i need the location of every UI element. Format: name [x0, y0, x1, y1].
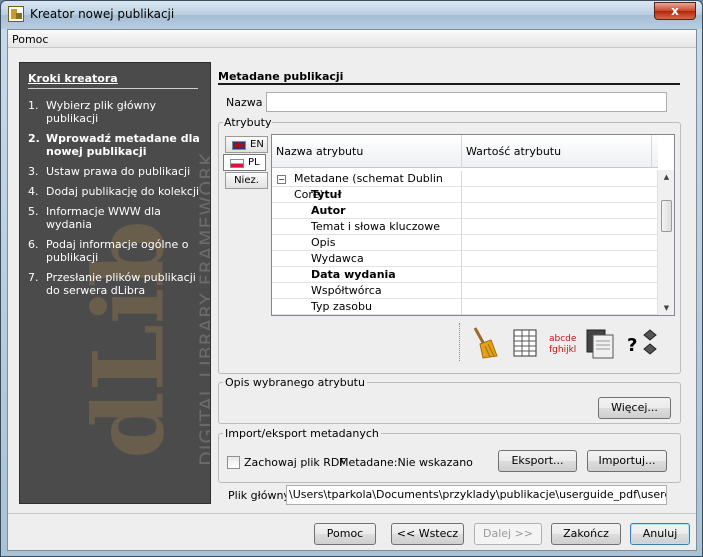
row-value[interactable]	[463, 251, 652, 267]
flag-en-icon	[232, 141, 246, 150]
attributes-table[interactable]: Nazwa atrybutu Wartość atrybutu − Metada…	[271, 134, 675, 316]
row-name: Wydawca	[272, 251, 462, 267]
wizard-steps-panel: dLib DIGITAL LIBRARY FRAMEWORK Kroki kre…	[19, 62, 211, 504]
copy-icon[interactable]	[585, 328, 617, 360]
description-group: Opis wybranego atrybutu Więcej...	[218, 376, 681, 424]
flag-pl-icon	[230, 159, 244, 168]
lang-tab-undefined[interactable]: Niez.	[225, 172, 268, 189]
scroll-up-icon[interactable]: ▲	[658, 170, 674, 185]
row-value[interactable]	[463, 171, 652, 187]
name-input[interactable]	[266, 92, 667, 112]
toolbar-separator	[459, 323, 460, 361]
row-value[interactable]	[463, 283, 652, 299]
column-header-name[interactable]: Nazwa atrybutu	[272, 135, 462, 168]
footer-divider	[8, 513, 696, 514]
step-item-active: 2. Wprowadź metadane dla nowej publikacji	[28, 132, 200, 158]
name-label: Nazwa	[226, 96, 263, 109]
import-export-group: Import/eksport metadanych Zachowaj plik …	[218, 427, 681, 483]
step-item: 4. Dodaj publikację do kolekcji	[28, 185, 200, 198]
table-row[interactable]: Wydawca	[272, 251, 658, 267]
table-row[interactable]: Opis	[272, 235, 658, 251]
lang-tab-pl[interactable]: PL	[223, 154, 266, 171]
column-header-value[interactable]: Wartość atrybutu	[462, 135, 652, 168]
step-item: 1. Wybierz plik główny publikacji	[28, 99, 157, 125]
app-icon	[8, 6, 24, 22]
menu-help[interactable]: Pomoc	[12, 33, 48, 46]
cancel-button[interactable]: Anuluj	[630, 523, 690, 545]
row-value[interactable]	[463, 267, 652, 283]
row-name: Typ zasobu	[272, 299, 462, 315]
steps-title: Kroki kreatora	[28, 72, 118, 85]
main-file-field[interactable]: \Users\tparkola\Documents\przyklady\publ…	[286, 485, 667, 505]
more-button[interactable]: Więcej...	[598, 397, 671, 419]
back-button[interactable]: << Wstecz	[391, 523, 464, 545]
row-name: Data wydania	[272, 267, 462, 283]
table-row[interactable]: Współtwórca	[272, 283, 658, 299]
menu-bar: Pomoc	[8, 30, 696, 48]
row-name: Opis	[272, 235, 462, 251]
table-row[interactable]: Autor	[272, 203, 658, 219]
lang-tab-en[interactable]: EN	[225, 136, 268, 153]
broom-icon[interactable]	[469, 326, 499, 360]
finish-button[interactable]: Zakończ	[551, 523, 621, 545]
step-item: 3. Ustaw prawa do publikacji	[28, 165, 191, 178]
metadata-status: Metadane:Nie wskazano	[339, 456, 473, 469]
row-value[interactable]	[463, 299, 652, 315]
row-name: − Metadane (schemat Dublin Core)	[272, 171, 462, 201]
row-name: Współtwórca	[272, 283, 462, 299]
attributes-group: Atrybuty EN PL Niez. Nazwa atrybutu Wart…	[218, 116, 681, 374]
table-row[interactable]: − Metadane (schemat Dublin Core)	[272, 171, 658, 201]
close-button[interactable]: x	[654, 2, 696, 20]
wizard-window: Kreator nowej publikacji x Pomoc dLib DI…	[0, 0, 703, 557]
steps-list: 1. Wybierz plik główny publikacji 2. Wprow…	[28, 99, 206, 304]
export-button[interactable]: Eksport...	[498, 450, 577, 472]
row-value[interactable]	[463, 235, 652, 251]
table-scrollbar[interactable]: ▲ ▼	[657, 170, 674, 315]
table-row[interactable]: Tytuł	[272, 187, 658, 203]
scroll-thumb[interactable]	[661, 200, 672, 232]
row-name: Temat i słowa kluczowe	[272, 219, 462, 235]
collapse-icon[interactable]: −	[277, 175, 286, 184]
import-button[interactable]: Importuj...	[587, 450, 667, 472]
section-divider	[218, 83, 680, 85]
section-title: Metadane publikacji	[218, 70, 344, 83]
step-item: 5. Informacje WWW dla wydania	[28, 205, 161, 231]
scroll-down-icon[interactable]: ▼	[658, 301, 674, 315]
keep-rdf-checkbox[interactable]	[227, 456, 240, 469]
description-group-title: Opis wybranego atrybutu	[223, 376, 367, 389]
attributes-group-title: Atrybuty	[223, 116, 273, 129]
row-value[interactable]	[463, 219, 652, 235]
main-file-label: Plik główny	[228, 489, 290, 502]
table-row[interactable]: Temat i słowa kluczowe	[272, 219, 658, 235]
steps-divider	[28, 88, 198, 89]
row-name: Autor	[272, 203, 462, 219]
row-value[interactable]	[463, 187, 652, 203]
table-row[interactable]: Typ zasobu	[272, 299, 658, 315]
window-title: Kreator nowej publikacji	[30, 7, 175, 21]
keep-rdf-label: Zachowaj plik RDF	[244, 456, 346, 469]
client-area: Pomoc dLib DIGITAL LIBRARY FRAMEWORK Kro…	[7, 29, 697, 551]
next-button[interactable]: Dalej >>	[474, 523, 542, 545]
step-item: 6. Podaj informacje ogólne o publikacji	[28, 238, 189, 264]
table-header: Nazwa atrybutu Wartość atrybutu	[272, 135, 658, 168]
spellcheck-icon[interactable]: abcde fghijkl	[549, 334, 579, 356]
import-export-group-title: Import/eksport metadanych	[223, 427, 381, 440]
table-row[interactable]: Data wydania	[272, 267, 658, 283]
row-name: Tytuł	[272, 187, 462, 203]
help-button[interactable]: Pomoc	[314, 523, 376, 545]
table-icon[interactable]	[513, 329, 537, 357]
title-bar[interactable]: Kreator nowej publikacji x	[1, 1, 702, 29]
row-value[interactable]	[463, 203, 652, 219]
help-icon[interactable]: ?	[627, 329, 661, 359]
step-item: 7. Przesłanie plików publikacji do serwer…	[28, 271, 196, 297]
